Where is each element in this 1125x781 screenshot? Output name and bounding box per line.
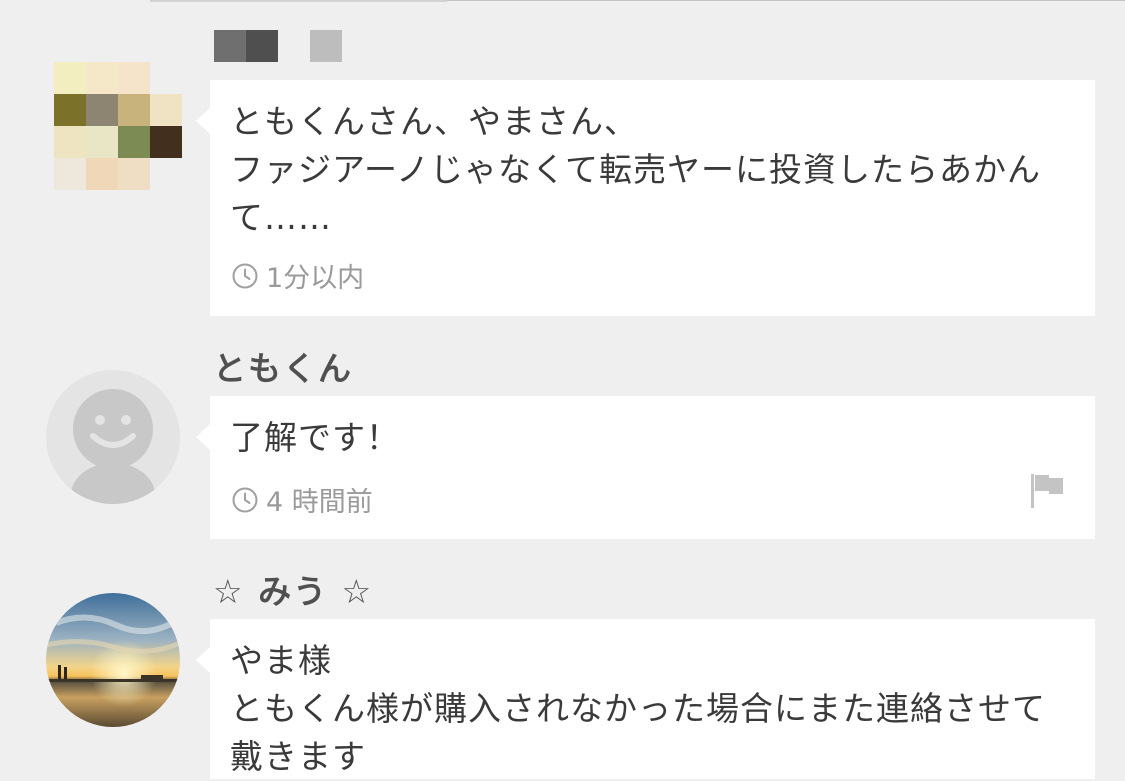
- clock-icon: [232, 263, 258, 288]
- comment-bubble: やま様 ともくん様が購入されなかった場合にまた連絡させて戴きます: [196, 619, 1095, 779]
- author-name-redacted: [214, 30, 278, 62]
- sunset-photo-avatar[interactable]: [46, 593, 180, 727]
- comment-text: 了解です！: [230, 418, 400, 457]
- comment-item: ともくんさん、やまさん、 ファジアーノじゃなくて転売ヤーに投資したらあかんて………: [0, 0, 1125, 320]
- author-name[interactable]: ☆ みう ☆: [213, 565, 373, 613]
- default-person-avatar[interactable]: [46, 370, 180, 504]
- comment-time: 4 時間前: [232, 480, 373, 519]
- author-name[interactable]: ともくん: [213, 342, 353, 390]
- comment-item: ともくん 了解です！ 4 時間前: [0, 320, 1125, 545]
- time-label: 1分以内: [266, 263, 365, 294]
- clock-icon: [232, 487, 258, 512]
- comment-item: ☆ みう ☆ やま様 ともくん様が購入されなかった場合にまた連絡させて戴きます: [0, 545, 1125, 779]
- pixelated-avatar[interactable]: [54, 62, 182, 190]
- comment-time: 1分以内: [232, 256, 364, 295]
- comment-text: ともくんさん、やまさん、 ファジアーノじゃなくて転売ヤーに投資したらあかんて……: [230, 102, 1042, 237]
- comment-text: やま様 ともくん様が購入されなかった場合にまた連絡させて戴きます: [230, 641, 1046, 776]
- sunset-photo: [46, 593, 180, 727]
- author-name-redacted: [310, 30, 342, 62]
- person-icon: [71, 389, 155, 504]
- comment-bubble: ともくんさん、やまさん、 ファジアーノじゃなくて転売ヤーに投資したらあかんて………: [196, 80, 1095, 316]
- comment-bubble: 了解です！ 4 時間前: [196, 396, 1095, 539]
- flag-icon[interactable]: [1029, 472, 1065, 510]
- time-label: 4 時間前: [266, 487, 373, 518]
